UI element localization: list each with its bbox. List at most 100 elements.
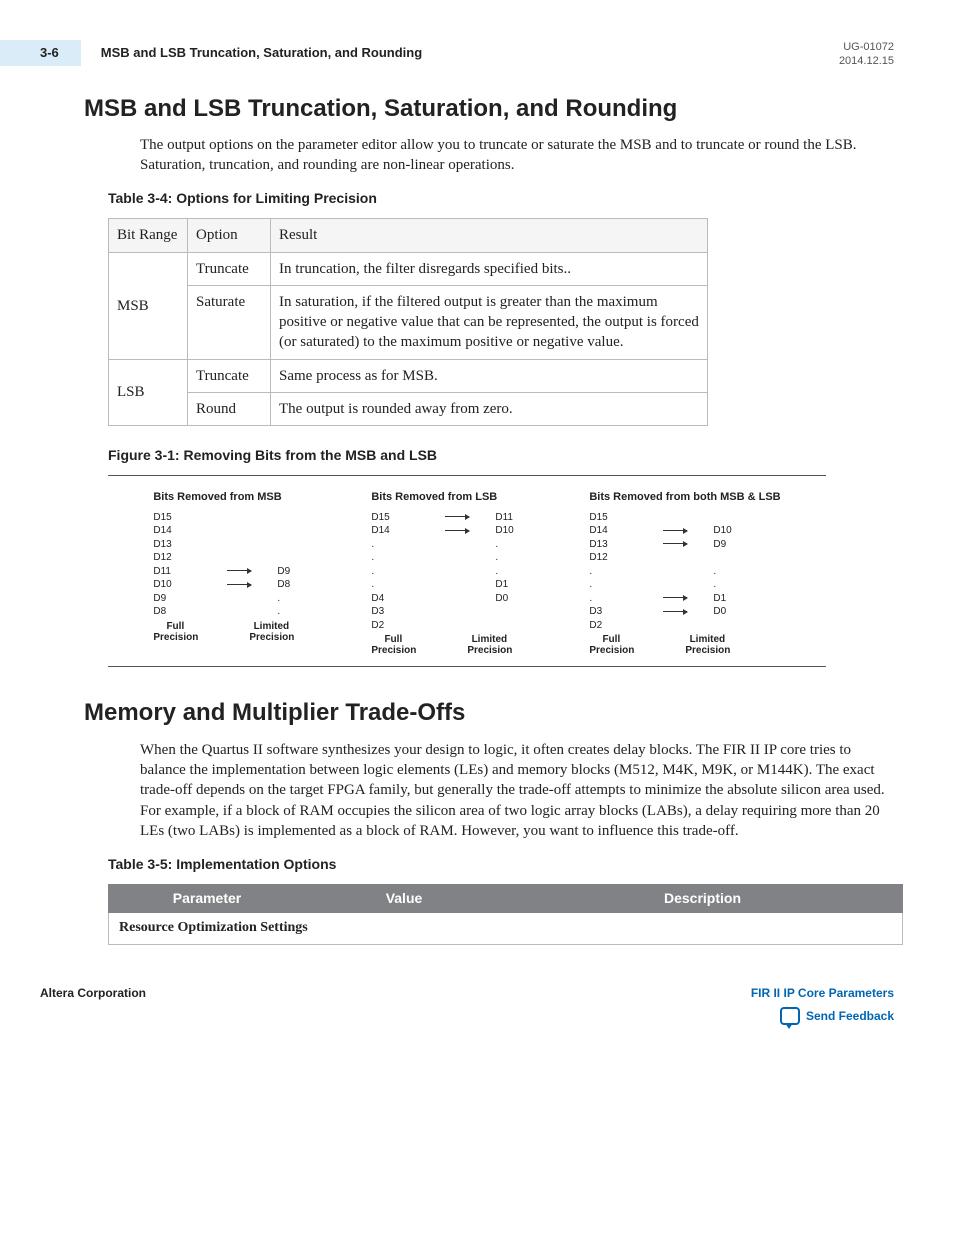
limited-precision-bit [277,511,321,525]
result-cell: The output is rounded away from zero. [271,392,708,425]
arrow-slot [225,538,249,552]
table-row: Round The output is rounded away from ze… [109,392,708,425]
bit-row: .. [589,578,780,592]
page-footer: Altera Corporation FIR II IP Core Parame… [40,985,894,1029]
bit-row: D13 [153,538,321,552]
col-header: Parameter [109,884,306,912]
full-precision-bit: D14 [589,524,633,538]
option-cell: Truncate [188,359,271,392]
col-header: Bit Range [109,219,188,252]
table-section-row: Resource Optimization Settings [109,912,903,944]
arrow-slot [661,578,685,592]
arrow-slot [443,551,467,565]
table-3-5-caption: Table 3-5: Implementation Options [108,855,894,874]
result-cell: Same process as for MSB. [271,359,708,392]
arrow-slot [661,538,685,552]
arrow-slot [225,524,249,538]
full-precision-bit: . [589,565,633,579]
limited-precision-bit: . [495,551,539,565]
figure-3-1: Bits Removed from MSBD15D14D13D12D11D9D1… [108,475,826,667]
full-precision-bit: . [371,551,415,565]
bit-row: D12 [153,551,321,565]
arrow-slot [661,605,685,619]
limited-precision-bit [713,511,757,525]
bit-row: D14 D10 [371,524,539,538]
bit-row: D15D11 [371,511,539,525]
figure-3-1-caption: Figure 3-1: Removing Bits from the MSB a… [108,446,894,465]
limited-precision-bit: D0 [495,592,539,606]
full-precision-bit: D2 [371,619,415,633]
limited-precision-bit: . [495,538,539,552]
send-feedback-link[interactable]: Send Feedback [780,1007,894,1025]
arrow-slot [225,592,249,606]
bit-row: .. [371,565,539,579]
bit-row: D4 D0 [371,592,539,606]
limited-precision-bit [713,619,757,633]
full-precision-bit: D12 [589,551,633,565]
arrow-right-icon [445,516,469,518]
bit-row: .. [371,538,539,552]
doc-id: UG-01072 [839,40,894,54]
arrow-right-icon [227,584,251,586]
limited-precision-bit: D10 [495,524,539,538]
doc-date: 2014.12.15 [839,54,894,68]
table-3-5: Parameter Value Description Resource Opt… [108,884,903,945]
limited-precision-bit: D9 [713,538,757,552]
col-header: Result [271,219,708,252]
section-title-msb-lsb: MSB and LSB Truncation, Saturation, and … [84,93,894,125]
table-row: LSB Truncate Same process as for MSB. [109,359,708,392]
limited-precision-bit: D10 [713,524,757,538]
full-precision-bit: D14 [371,524,415,538]
arrow-right-icon [227,570,251,572]
bit-row: D3 [371,605,539,619]
page-number: 3-6 [0,40,81,66]
limited-precision-bit: D0 [713,605,757,619]
full-precision-bit: D4 [371,592,415,606]
foot-full: FullPrecision [589,634,633,656]
bit-row: .D1 [371,578,539,592]
bit-row: D10 D8 [153,578,321,592]
full-precision-bit: D15 [153,511,197,525]
arrow-right-icon [663,530,687,532]
limited-precision-bit: D1 [495,578,539,592]
full-precision-bit: D10 [153,578,197,592]
foot-full: FullPrecision [371,634,415,656]
figure-foot: FullPrecision LimitedPrecision [153,621,321,643]
page-header: 3-6 MSB and LSB Truncation, Saturation, … [40,40,894,69]
foot-limited: LimitedPrecision [249,621,293,643]
bit-row: D9. [153,592,321,606]
bit-row: D8. [153,605,321,619]
bit-row: D14 D10 [589,524,780,538]
arrow-slot [225,565,249,579]
full-precision-bit: . [589,592,633,606]
footer-company: Altera Corporation [40,985,146,1001]
bit-row: D15 [153,511,321,525]
limited-precision-bit [713,551,757,565]
footer-link-parameters[interactable]: FIR II IP Core Parameters [751,985,894,1001]
foot-full: FullPrecision [153,621,197,643]
limited-precision-bit [495,605,539,619]
full-precision-bit: D12 [153,551,197,565]
arrow-right-icon [445,530,469,532]
arrow-slot [225,511,249,525]
figure-column: Bits Removed from MSBD15D14D13D12D11D9D1… [153,490,321,656]
arrow-slot [661,524,685,538]
bit-row: .. [589,565,780,579]
full-precision-bit: D15 [371,511,415,525]
section-body-2: When the Quartus II software synthesizes… [140,740,894,841]
running-title: MSB and LSB Truncation, Saturation, and … [101,44,422,62]
limited-precision-bit: D8 [277,578,321,592]
figure-column-title: Bits Removed from both MSB & LSB [589,490,780,505]
arrow-slot [443,524,467,538]
col-header: Description [503,884,903,912]
bit-row: .. [371,551,539,565]
figure-column: Bits Removed from LSBD15D11D14D10.......… [371,490,539,656]
arrow-slot [661,565,685,579]
arrow-slot [443,619,467,633]
bit-row: D12 [589,551,780,565]
figure-foot: FullPrecisionLimitedPrecision [371,634,539,656]
arrow-slot [443,565,467,579]
limited-precision-bit: D9 [277,565,321,579]
arrow-right-icon [663,597,687,599]
footer-right: FIR II IP Core Parameters Send Feedback [751,985,894,1029]
